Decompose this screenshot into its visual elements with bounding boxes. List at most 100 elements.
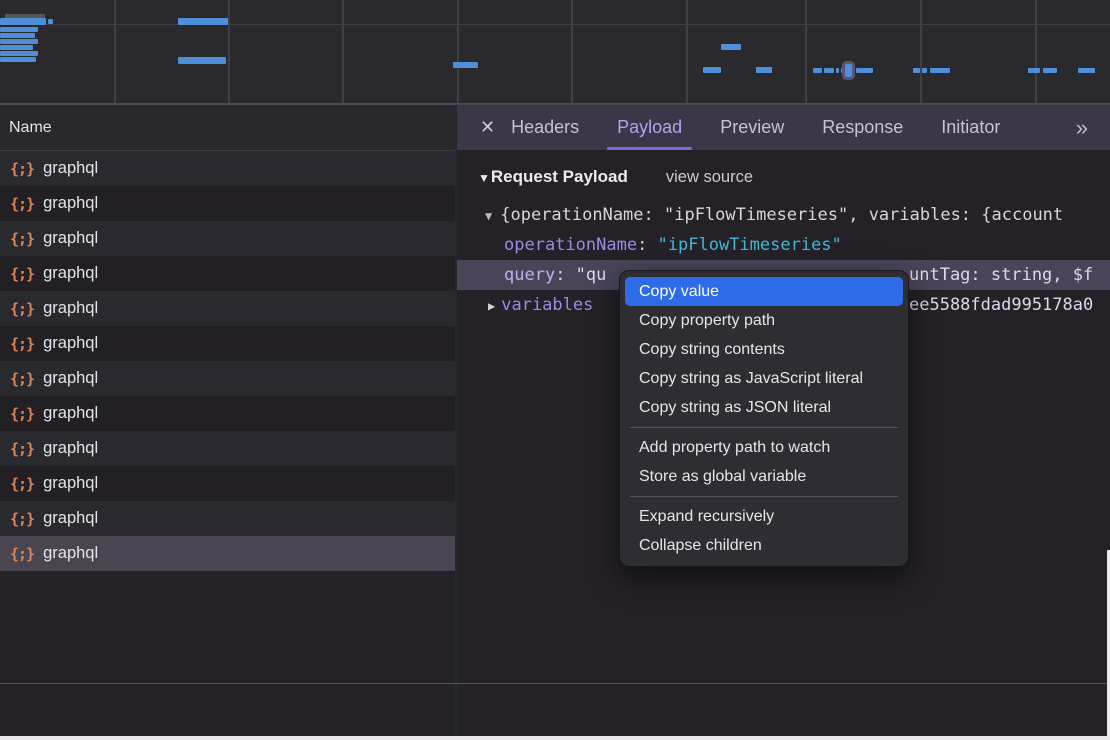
menu-item-copy-string-contents[interactable]: Copy string contents: [625, 335, 903, 364]
timeline-gridline: [342, 0, 344, 103]
section-title: Request Payload: [491, 167, 628, 186]
request-timing-bar: [721, 44, 741, 50]
json-request-icon: {;}: [10, 510, 34, 528]
request-timing-bar: [703, 67, 721, 73]
key-value-separator: :: [637, 235, 657, 255]
json-key: operationName: [504, 235, 637, 255]
json-request-icon: {;}: [10, 195, 34, 213]
request-timing-bar: [1078, 68, 1095, 73]
name-column-label: Name: [9, 119, 52, 137]
request-name-label: graphql: [43, 474, 98, 493]
json-request-icon: {;}: [10, 335, 34, 353]
view-source-link[interactable]: view source: [666, 168, 753, 186]
request-row-graphql[interactable]: {;} graphql: [0, 501, 455, 536]
request-timing-bar: [0, 51, 38, 56]
json-string-value-fragment: untTag: string, $f: [909, 260, 1093, 290]
request-row-graphql[interactable]: {;}graphql: [0, 396, 455, 431]
menu-item-add-property-path-to-watch[interactable]: Add property path to watch: [625, 433, 903, 462]
tab-preview[interactable]: Preview: [720, 105, 784, 150]
json-string-value-start: "qu: [576, 265, 607, 285]
json-request-icon: {;}: [10, 265, 34, 283]
tabs-container: Headers Payload Preview Response Initiator: [511, 105, 1000, 150]
request-timing-bar: [756, 67, 772, 73]
request-timing-bar: [0, 33, 35, 38]
request-name-label: graphql: [43, 299, 98, 318]
menu-item-store-as-global-variable[interactable]: Store as global variable: [625, 462, 903, 491]
request-timing-bar: [453, 62, 478, 68]
timeline-gridline: [805, 0, 807, 103]
timeline-gridline: [920, 0, 922, 103]
json-request-icon: {;}: [10, 440, 34, 458]
request-name-label: graphql: [43, 369, 98, 388]
request-timing-bar: [0, 18, 46, 25]
tab-response[interactable]: Response: [822, 105, 903, 150]
request-timing-bar: [845, 64, 852, 77]
request-timing-bar: [813, 68, 822, 73]
json-request-icon: {;}: [10, 545, 34, 563]
json-string-value: "ipFlowTimeseries": [658, 235, 842, 255]
request-row-graphql[interactable]: {;}graphql: [0, 221, 455, 256]
tab-payload[interactable]: Payload: [617, 105, 682, 150]
close-icon[interactable]: ✕: [480, 117, 495, 138]
request-timing-bar: [1043, 68, 1057, 73]
json-value-fragment: ee5588fdad995178a0: [909, 290, 1093, 320]
json-request-icon: {;}: [10, 160, 34, 178]
network-overview-timeline[interactable]: [0, 0, 1110, 105]
request-name-label: graphql: [43, 439, 98, 458]
menu-item-copy-string-as-javascript-literal[interactable]: Copy string as JavaScript literal: [625, 364, 903, 393]
disclosure-collapsed-icon[interactable]: ▶: [488, 299, 495, 313]
request-row-graphql[interactable]: {;}graphql: [0, 186, 455, 221]
more-tabs-icon[interactable]: »: [1076, 115, 1086, 141]
request-row-graphql[interactable]: {;} graphql: [0, 326, 455, 361]
request-row-graphql[interactable]: {;} graphql: [0, 431, 455, 466]
request-timing-bar: [178, 57, 226, 64]
payload-node-operationname[interactable]: operationName: "ipFlowTimeseries": [457, 230, 1110, 260]
menu-item-collapse-children[interactable]: Collapse children: [625, 531, 903, 560]
disclosure-expanded-icon[interactable]: ▼: [485, 209, 492, 223]
section-collapse-icon[interactable]: ▼: [478, 171, 490, 185]
request-row-graphql[interactable]: {;}graphql: [0, 256, 455, 291]
request-name-label: graphql: [43, 159, 98, 178]
json-request-icon: {;}: [10, 230, 34, 248]
request-row-graphql[interactable]: {;}graphql: [0, 536, 455, 571]
request-timing-bar: [922, 68, 927, 73]
timeline-gridline: [228, 0, 230, 103]
menu-item-copy-property-path[interactable]: Copy property path: [625, 306, 903, 335]
menu-item-copy-string-as-json-literal[interactable]: Copy string as JSON literal: [625, 393, 903, 422]
request-timing-bar: [0, 57, 36, 62]
request-payload-section-header[interactable]: ▼Request Payload view source: [478, 167, 1110, 193]
menu-item-copy-value[interactable]: Copy value: [625, 277, 903, 306]
request-list: {;} graphql {;} graphql {;} graphql {;} graphql…: [0, 151, 455, 571]
payload-root-preview: {operationName: "ipFlowTimeseries", vari…: [500, 205, 1063, 225]
request-row-graphql[interactable]: {;} graphql: [0, 151, 455, 186]
json-request-icon: {;}: [10, 370, 34, 388]
json-request-icon: {;}: [10, 405, 34, 423]
request-timing-bar: [178, 18, 228, 25]
window-bottom-edge: [0, 736, 1110, 740]
json-key: variables: [501, 295, 593, 315]
payload-root-node[interactable]: ▼ {operationName: "ipFlowTimeseries", var…: [457, 200, 1110, 230]
context-menu: Copy valueCopy property pathCopy string …: [619, 270, 909, 567]
summary-bar-divider: [0, 683, 1110, 684]
request-name-label: graphql: [43, 509, 98, 528]
request-row-graphql[interactable]: {;} graphql: [0, 361, 455, 396]
request-timing-bar: [1028, 68, 1040, 73]
menu-divider: [630, 427, 898, 428]
request-row-graphql[interactable]: {;} graphql: [0, 466, 455, 501]
request-timing-bar: [836, 68, 839, 73]
name-column-header[interactable]: Name: [0, 105, 455, 151]
menu-item-expand-recursively[interactable]: Expand recursively: [625, 502, 903, 531]
request-name-label: graphql: [43, 334, 98, 353]
json-request-icon: {;}: [10, 475, 34, 493]
json-key: query: [504, 265, 555, 285]
tab-initiator[interactable]: Initiator: [941, 105, 1000, 150]
network-panel-body: Name {;}graphql{;}graphql{;}graphql{;}gr…: [0, 105, 1110, 736]
request-timing-bar: [48, 19, 53, 24]
request-timing-bar: [856, 68, 873, 73]
request-list-panel: Name {;}graphql{;}graphql{;}graphql{;}gr…: [0, 105, 455, 736]
request-timing-bar: [841, 68, 844, 73]
timeline-gridline: [114, 0, 116, 103]
key-value-separator: :: [555, 265, 575, 285]
request-row-graphql[interactable]: {;}graphql: [0, 291, 455, 326]
tab-headers[interactable]: Headers: [511, 105, 579, 150]
